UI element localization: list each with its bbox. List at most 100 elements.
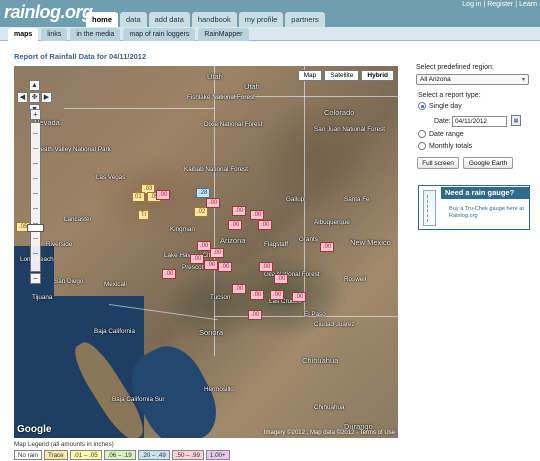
label-death-valley: Death Valley National Park xyxy=(36,146,111,153)
label-baja-california: Baja California xyxy=(94,328,135,335)
legend-title: Map Legend (all amounts in inches) xyxy=(14,441,114,448)
full-screen-button[interactable]: Full screen xyxy=(417,157,459,169)
label-tucson: Tucson xyxy=(210,294,231,301)
rain-marker[interactable]: Tr xyxy=(138,210,150,220)
label-prescott: Prescott xyxy=(182,264,206,271)
tab-partners[interactable]: partners xyxy=(285,12,325,27)
rain-gauge-ad[interactable]: Need a rain gauge? Buy a Tru-Chek gauge … xyxy=(418,185,530,230)
rain-marker[interactable]: .00 xyxy=(274,274,289,284)
subtab-rainmapper[interactable]: RainMapper xyxy=(198,28,249,41)
rain-marker[interactable]: .00 xyxy=(258,220,273,230)
calendar-icon[interactable]: ▦ xyxy=(511,115,521,126)
rain-marker[interactable]: .00 xyxy=(228,220,243,230)
rainlog-logo[interactable]: rainlog.org xyxy=(4,2,93,23)
rain-marker[interactable]: .00 xyxy=(259,262,274,272)
rain-marker[interactable]: .02 xyxy=(194,207,209,217)
pan-right-icon[interactable]: ▶ xyxy=(41,92,52,103)
top-links: Log in | Register | Learn xyxy=(462,1,537,8)
rain-marker[interactable]: .00 xyxy=(248,310,263,320)
rain-gauge-icon xyxy=(423,190,436,226)
pan-up-icon[interactable]: ▲ xyxy=(29,80,40,91)
zoom-slider[interactable] xyxy=(30,122,41,272)
label-roswell: Roswell xyxy=(344,276,367,283)
legend-20-49: .20 – .49 xyxy=(137,450,170,460)
label-las-vegas: Las Vegas xyxy=(96,174,126,181)
map-copyright[interactable]: Imagery ©2012 , Map data ©2012 - Terms o… xyxy=(264,430,395,436)
region-select[interactable]: All Arizona ▾ xyxy=(416,74,529,85)
zoom-out-button[interactable]: − xyxy=(30,273,41,284)
legend-50-99: .50 – .99 xyxy=(171,450,204,460)
radio-monthly-totals[interactable] xyxy=(418,142,426,150)
rain-marker[interactable]: .00 xyxy=(270,290,285,300)
label-san-juan: San Juan National Forest xyxy=(314,126,386,133)
tab-handbook[interactable]: handbook xyxy=(191,12,237,27)
rain-marker[interactable]: .00 xyxy=(292,292,307,302)
rain-marker[interactable]: .00 xyxy=(320,242,335,252)
label-baja-california-sur: Baja California Sur xyxy=(112,396,165,403)
zoom-slider-thumb[interactable] xyxy=(27,224,44,232)
radio-date-range[interactable] xyxy=(418,130,426,138)
label-flagstaff: Flagstaff xyxy=(264,241,289,248)
rain-marker[interactable]: .00 xyxy=(204,260,219,270)
subtab-map-of-rain-loggers[interactable]: map of rain loggers xyxy=(123,28,196,41)
rain-marker[interactable]: .00 xyxy=(206,198,221,208)
register-link[interactable]: Register xyxy=(487,1,513,8)
label-kingman: Kingman xyxy=(170,226,195,233)
subtab-maps[interactable]: maps xyxy=(8,28,39,41)
report-type-single-day[interactable]: Single day xyxy=(418,102,462,110)
map-type-map-button[interactable]: Map xyxy=(297,70,323,81)
main-nav: home data add data handbook my profile p… xyxy=(86,12,325,27)
report-type-monthly-totals[interactable]: Monthly totals xyxy=(418,142,472,150)
legend-06-19: .06 – .19 xyxy=(103,450,136,460)
date-field[interactable]: 04/11/2012 xyxy=(452,116,507,127)
label-gallup: Gallup xyxy=(286,196,305,203)
report-title: Report of Rainfall Data for 04/11/2012 xyxy=(14,52,147,61)
legend-100-plus: 1.00+ xyxy=(205,450,230,460)
legend-no-rain: No rain xyxy=(14,450,42,460)
chevron-down-icon: ▾ xyxy=(521,77,525,83)
map-type-satellite-button[interactable]: Satellite xyxy=(324,70,360,81)
tab-home[interactable]: home xyxy=(86,12,119,27)
rainfall-map[interactable]: Utah Nevada Colorado Fishlake National F… xyxy=(14,66,398,438)
tab-add-data[interactable]: add data xyxy=(148,12,190,27)
pan-left-icon[interactable]: ◀ xyxy=(17,92,28,103)
rain-marker[interactable]: .00 xyxy=(210,248,225,258)
label-grants: Grants xyxy=(299,236,318,243)
rain-marker[interactable]: .00 xyxy=(190,254,205,264)
pan-center-icon[interactable]: ✥ xyxy=(29,92,40,103)
subtab-links[interactable]: links xyxy=(41,28,68,41)
rain-marker[interactable]: .28 xyxy=(196,188,211,198)
label-mexicali: Mexicali xyxy=(104,281,127,288)
subtab-in-the-media[interactable]: in the media xyxy=(70,28,121,41)
google-earth-button[interactable]: Google Earth xyxy=(463,157,513,169)
label-utah-secondary: Utah xyxy=(244,82,260,91)
map-type-hybrid-button[interactable]: Hybrid xyxy=(361,70,394,81)
radio-single-day[interactable] xyxy=(418,102,426,110)
rain-marker[interactable]: .00 xyxy=(232,284,247,294)
login-link[interactable]: Log in xyxy=(462,1,481,8)
label-new-mexico: New Mexico xyxy=(350,238,391,247)
google-logo[interactable]: Google xyxy=(17,424,51,435)
map-type-controls: Map Satellite Hybrid xyxy=(297,70,394,81)
label-albuquerque: Albuquerque xyxy=(314,219,350,226)
label-hermosillo: Hermosillo xyxy=(204,386,234,393)
rain-marker[interactable]: .00 xyxy=(156,190,171,200)
rain-marker[interactable]: .00 xyxy=(162,269,177,279)
state-border xyxy=(214,66,215,356)
learn-link[interactable]: Learn xyxy=(519,1,537,8)
legend-01-05: .01 – .05 xyxy=(69,450,102,460)
label-riverside: Riverside xyxy=(46,241,73,248)
rain-marker[interactable]: .00 xyxy=(250,290,265,300)
tab-data[interactable]: data xyxy=(120,12,147,27)
map-legend: No rain Trace .01 – .05 .06 – .19 .20 – … xyxy=(14,450,230,460)
label-lake-havasu: Lake Havasu City xyxy=(164,252,214,259)
rain-marker[interactable]: 01 xyxy=(132,192,145,202)
zoom-in-button[interactable]: + xyxy=(30,109,41,120)
rain-marker[interactable]: .00 xyxy=(250,210,265,220)
rain-marker[interactable]: .00 xyxy=(232,206,247,216)
report-type-date-range[interactable]: Date range xyxy=(418,130,464,138)
label-gila: Gila National Forest xyxy=(264,271,320,278)
label-kaibab: Kaibab National Forest xyxy=(184,166,249,173)
rain-marker[interactable]: .00 xyxy=(218,262,233,272)
tab-my-profile[interactable]: my profile xyxy=(238,12,284,27)
